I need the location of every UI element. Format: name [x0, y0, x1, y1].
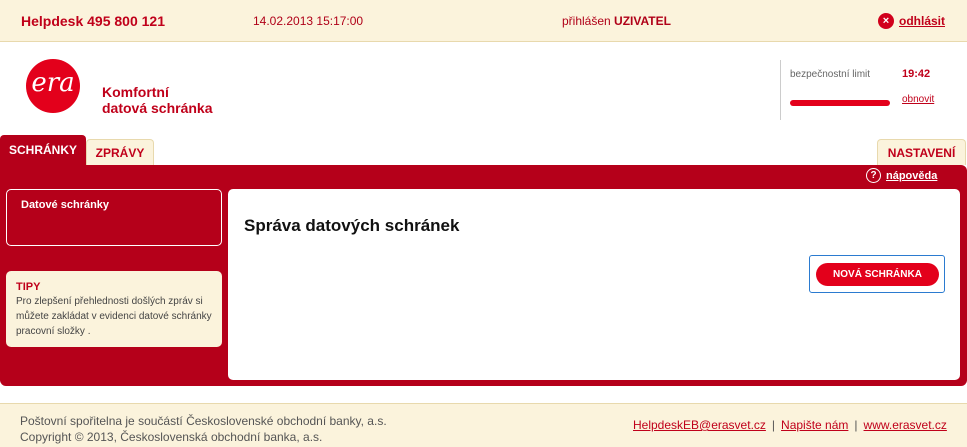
security-limit-label: bezpečnostní limit	[790, 69, 871, 80]
footer-text: Poštovní spořitelna je součástí Českoslo…	[20, 413, 387, 445]
footer: Poštovní spořitelna je součástí Českoslo…	[0, 403, 967, 447]
logged-user-info: přihlášen UZIVATEL	[562, 14, 671, 28]
security-limit-bar	[790, 100, 890, 106]
data-boxes-panel: Datové schránky	[6, 189, 222, 246]
help-icon[interactable]: ?	[866, 168, 881, 183]
brand-name: Komfortní datová schránka	[102, 84, 213, 116]
help-label[interactable]: nápověda	[886, 170, 937, 182]
helpdesk-email-link[interactable]: HelpdeskEB@erasvet.cz	[633, 418, 766, 432]
logo-text: era	[31, 68, 75, 98]
footer-line-1: Poštovní spořitelna je součástí Českoslo…	[20, 414, 387, 428]
refresh-link[interactable]: obnovit	[902, 94, 934, 105]
new-box-button-frame: NOVÁ SCHRÁNKA	[809, 255, 945, 293]
footer-line-2: Copyright © 2013, Československá obchodn…	[20, 430, 323, 444]
tips-body: Pro zlepšení přehlednosti došlých zpráv …	[16, 296, 212, 337]
helpdesk-phone: Helpdesk 495 800 121	[21, 13, 165, 29]
footer-links: HelpdeskEB@erasvet.cz | Napište nám | ww…	[633, 418, 947, 432]
separator: |	[854, 418, 858, 432]
new-box-button[interactable]: NOVÁ SCHRÁNKA	[816, 263, 939, 286]
data-boxes-link[interactable]: Datové schránky	[21, 199, 109, 211]
current-datetime: 14.02.2013 15:17:00	[253, 14, 364, 28]
top-bar: Helpdesk 495 800 121 14.02.2013 15:17:00…	[0, 0, 967, 42]
logout-label[interactable]: odhlásit	[899, 14, 945, 28]
era-logo: era	[26, 59, 80, 113]
content-area: Správa datových schránek NOVÁ SCHRÁNKA	[228, 189, 960, 380]
tips-panel: TIPY Pro zlepšení přehlednosti došlých z…	[6, 271, 222, 347]
tab-nastaveni[interactable]: NASTAVENÍ	[877, 139, 966, 165]
security-limit-time: 19:42	[902, 68, 931, 80]
security-limit-panel: bezpečnostní limit 19:42 obnovit	[780, 60, 967, 120]
close-icon[interactable]: ×	[878, 13, 894, 29]
brand-line-2: datová schránka	[102, 100, 213, 116]
help-link[interactable]: ? nápověda	[866, 168, 937, 183]
brand-line-1: Komfortní	[102, 84, 169, 100]
tab-schranky[interactable]: SCHRÁNKY	[0, 135, 86, 165]
contact-link[interactable]: Napište nám	[781, 418, 848, 432]
logged-prefix: přihlášen	[562, 14, 611, 28]
logout-link[interactable]: × odhlásit	[878, 13, 945, 29]
tips-title: TIPY	[16, 281, 41, 293]
logged-username: UZIVATEL	[614, 14, 671, 28]
tab-zpravy[interactable]: ZPRÁVY	[86, 139, 154, 165]
separator: |	[771, 418, 776, 432]
page-title: Správa datových schránek	[244, 216, 460, 235]
website-link[interactable]: www.erasvet.cz	[864, 418, 947, 432]
